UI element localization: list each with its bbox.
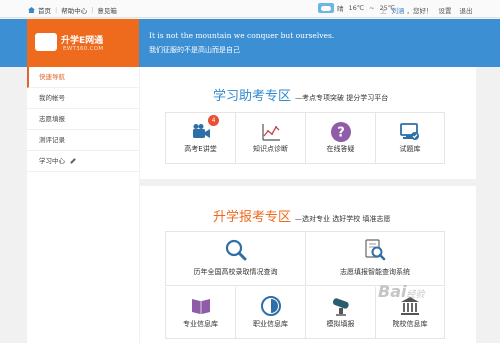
sidebar-item-application[interactable]: 志愿填报 xyxy=(27,109,139,130)
tile-label: 知识点诊断 xyxy=(253,145,288,153)
slogan-english: It is not the mountain we conquer but ou… xyxy=(149,31,335,40)
question-icon: ? xyxy=(330,122,351,142)
divider: | xyxy=(91,6,94,14)
slogan-chinese: 我们征服的不是高山而是自己 xyxy=(149,46,240,54)
tile-label: 职业信息库 xyxy=(253,320,288,328)
user-bar: 上 刘涵 ，您好！ 设置 退出 xyxy=(380,5,473,15)
home-link[interactable]: 首页 xyxy=(38,5,51,15)
weather-cloud-icon xyxy=(318,3,334,13)
tile-gaokao-lecture[interactable]: 4 高考E讲堂 xyxy=(165,112,235,164)
sidebar-item-test-records[interactable]: 测评记录 xyxy=(27,130,139,151)
divider: | xyxy=(55,6,58,14)
sidebar-item-quick-nav[interactable]: 快速导航 xyxy=(27,67,139,88)
study-section-subtitle: —考点专项突破 提分学习平台 xyxy=(295,94,389,102)
video-camera-icon xyxy=(192,124,210,138)
site-logo[interactable]: 升学E网通 EWT360.COM xyxy=(27,19,139,67)
book-icon xyxy=(191,299,210,314)
logo-name: 升学E网通 xyxy=(61,36,104,46)
line-chart-icon xyxy=(261,124,280,141)
sidebar-item-label: 学习中心 xyxy=(39,157,65,165)
tile-major-database[interactable]: 专业信息库 xyxy=(165,287,235,339)
feedback-link[interactable]: 意见箱 xyxy=(97,5,117,15)
top-nav: 首页 | 帮助中心 | 意见箱 xyxy=(28,5,117,15)
tile-label: 历年全国高校录取情况查询 xyxy=(193,268,278,276)
tile-label: 试题库 xyxy=(399,145,421,153)
sidebar: 快速导航 我的帐号 志愿填报 测评记录 学习中心 xyxy=(27,67,139,343)
tile-question-bank[interactable]: 试题库 xyxy=(375,112,445,164)
logo-mark xyxy=(35,33,57,51)
monitor-check-icon xyxy=(400,123,419,140)
logo-url: EWT360.COM xyxy=(63,46,104,52)
temp-low: 16℃ xyxy=(348,4,365,12)
svg-text:?: ? xyxy=(337,126,345,141)
section-title: 学习助考专区 —考点专项突破 提分学习平台 xyxy=(213,85,388,104)
settings-link[interactable]: 设置 xyxy=(439,5,452,15)
weather-text: 晴 xyxy=(337,5,344,13)
admission-wide-tiles: 历年全国高校录取情况查询 志愿填报智能查询系统 xyxy=(165,231,445,286)
tile-admission-query[interactable]: 历年全国高校录取情况查询 xyxy=(165,231,305,286)
tile-mock-application[interactable]: 模拟填报 xyxy=(305,287,375,339)
tile-smart-application[interactable]: 志愿填报智能查询系统 xyxy=(305,231,445,286)
top-bar: 首页 | 帮助中心 | 意见箱 晴 16℃ ~ 25℃ 上 刘涵 ，您好！ 设置… xyxy=(0,0,500,18)
document-search-icon xyxy=(365,239,386,261)
pencil-icon xyxy=(70,158,76,164)
tile-label: 专业信息库 xyxy=(183,320,218,328)
diploma-icon xyxy=(332,298,349,316)
tile-label: 志愿填报智能查询系统 xyxy=(340,268,410,276)
tile-label: 在线答疑 xyxy=(326,145,355,153)
tile-knowledge-diagnosis[interactable]: 知识点诊断 xyxy=(235,112,305,164)
study-section: 学习助考专区 —考点专项突破 提分学习平台 4 高考E讲堂 知识点诊断 ? 在线… xyxy=(140,67,476,179)
baidu-watermark: Bai经验 xyxy=(378,282,425,301)
logout-link[interactable]: 退出 xyxy=(460,5,473,15)
temp-sep: ~ xyxy=(369,4,375,12)
study-section-title: 学习助考专区 xyxy=(213,89,292,104)
section-title: 升学报考专区 —选对专业 选好学校 填准志愿 xyxy=(213,206,390,225)
admission-section-title: 升学报考专区 xyxy=(213,210,292,225)
username-link[interactable]: 刘涵 xyxy=(392,5,405,15)
study-tiles: 4 高考E讲堂 知识点诊断 ? 在线答疑 试题库 xyxy=(165,112,445,164)
tile-online-qa[interactable]: ? 在线答疑 xyxy=(305,112,375,164)
sidebar-item-study-center[interactable]: 学习中心 xyxy=(27,151,139,172)
sidebar-item-my-account[interactable]: 我的帐号 xyxy=(27,88,139,109)
user-prefix: 上 xyxy=(380,7,387,15)
tile-label: 高考E讲堂 xyxy=(184,145,217,153)
half-circle-icon xyxy=(260,296,281,316)
home-icon[interactable] xyxy=(28,7,35,13)
notification-badge: 4 xyxy=(208,115,219,126)
search-icon xyxy=(225,239,246,261)
watermark-suffix: 经验 xyxy=(406,290,425,300)
tile-career-database[interactable]: 职业信息库 xyxy=(235,287,305,339)
admission-section: 升学报考专区 —选对专业 选好学校 填准志愿 历年全国高校录取情况查询 志愿填报… xyxy=(140,186,476,343)
tile-label: 院校信息库 xyxy=(392,320,428,328)
tile-label: 模拟填报 xyxy=(326,320,355,328)
greeting-text: ，您好！ xyxy=(406,7,433,15)
admission-section-subtitle: —选对专业 选好学校 填准志愿 xyxy=(295,215,391,223)
watermark-text: Bai xyxy=(378,282,407,301)
help-center-link[interactable]: 帮助中心 xyxy=(61,5,87,15)
